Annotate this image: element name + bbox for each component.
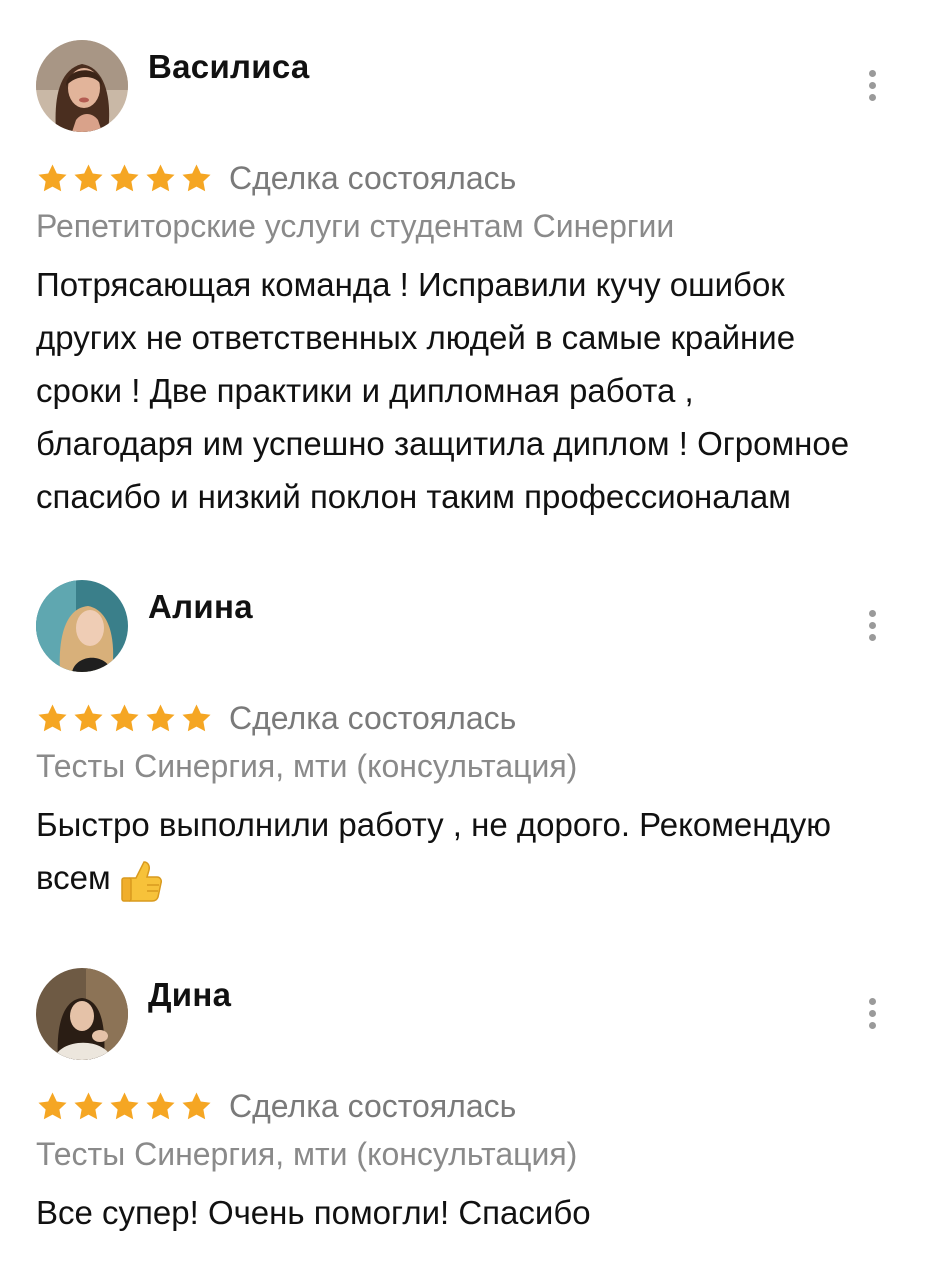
review-text: Быстро выполнили работу , не дорого. Рек… (36, 798, 916, 904)
rating-stars (36, 162, 213, 195)
star-icon (108, 702, 141, 735)
review-text-line: сроки ! Две практики и дипломная работа … (36, 372, 694, 409)
avatar[interactable] (36, 40, 128, 132)
review-text-line: Быстро выполнили работу , не дорого. Рек… (36, 806, 832, 843)
star-icon (36, 702, 69, 735)
thumbs-up-icon (121, 861, 162, 903)
avatar[interactable] (36, 968, 128, 1060)
review-text-line: спасибо и низкий поклон таким профессион… (36, 478, 791, 515)
service-name: Репетиторские услуги студентам Синергии (36, 208, 675, 244)
star-icon (180, 162, 213, 195)
avatar[interactable] (36, 580, 128, 672)
star-icon (180, 1090, 213, 1123)
more-options-icon[interactable] (860, 998, 884, 1038)
more-options-icon[interactable] (860, 70, 884, 110)
author-name: Алина (148, 588, 253, 625)
star-icon (36, 1090, 69, 1123)
review-meta: Сделка состоялась (36, 158, 516, 198)
star-icon (180, 702, 213, 735)
review-text: Потрясающая команда ! Исправили кучу оши… (36, 258, 916, 523)
review-text-line: всем (36, 859, 111, 896)
star-icon (108, 162, 141, 195)
star-icon (108, 1090, 141, 1123)
review-meta: Сделка состоялась (36, 698, 516, 738)
review-text-line-with-emoji: всем (36, 851, 916, 904)
review-text-line: других не ответственных людей в самые кр… (36, 319, 796, 356)
review-meta: Сделка состоялась (36, 1086, 516, 1126)
star-icon (144, 702, 177, 735)
author-name: Василиса (148, 48, 310, 85)
review-text-line: Потрясающая команда ! Исправили кучу оши… (36, 266, 785, 303)
star-icon (36, 162, 69, 195)
star-icon (72, 702, 105, 735)
review-text-line: благодаря им успешно защитила диплом ! О… (36, 425, 850, 462)
star-icon (144, 1090, 177, 1123)
service-name: Тесты Синергия, мти (консультация) (36, 1136, 578, 1172)
star-icon (72, 1090, 105, 1123)
review-text: Все супер! Очень помогли! Спасибо (36, 1186, 916, 1239)
star-icon (72, 162, 105, 195)
review-text-line: Все супер! Очень помогли! Спасибо (36, 1194, 591, 1231)
rating-stars (36, 702, 213, 735)
star-icon (144, 162, 177, 195)
author-name: Дина (148, 976, 232, 1013)
deal-status: Сделка состоялась (229, 159, 517, 196)
service-name: Тесты Синергия, мти (консультация) (36, 748, 578, 784)
deal-status: Сделка состоялась (229, 699, 517, 736)
deal-status: Сделка состоялась (229, 1087, 517, 1124)
rating-stars (36, 1090, 213, 1123)
more-options-icon[interactable] (860, 610, 884, 650)
